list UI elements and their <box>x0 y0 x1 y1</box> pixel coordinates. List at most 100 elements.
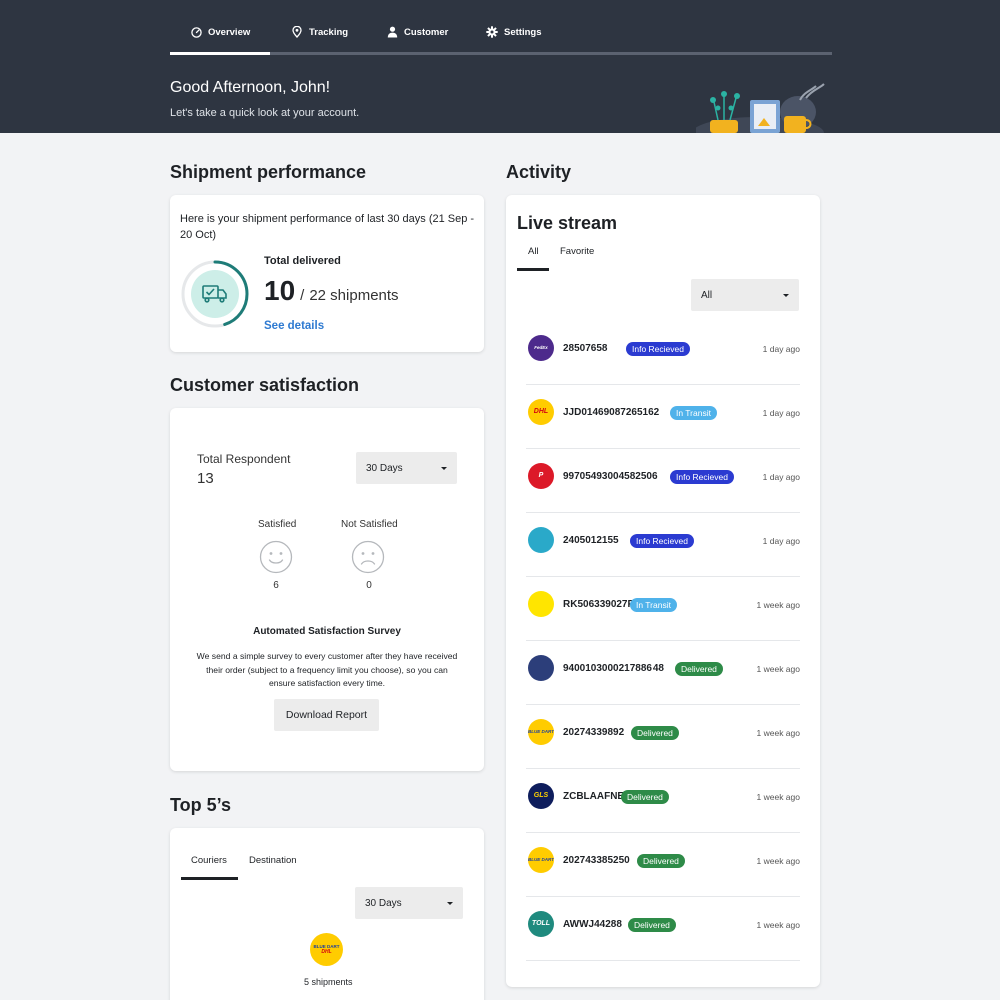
tracking-number[interactable]: 20274339892 <box>563 727 624 738</box>
tracking-number[interactable]: ZCBLAAFNE <box>563 791 624 802</box>
courier-logo-text: FedEx <box>534 345 548 350</box>
active-tab-indicator <box>181 877 238 880</box>
top-nav: Overview Tracking Customer Settings <box>170 0 832 56</box>
chevron-down-icon <box>447 901 453 905</box>
timestamp: 1 day ago <box>762 344 800 354</box>
courier-logo <box>528 527 554 553</box>
activity-section-title: Activity <box>506 162 572 182</box>
activity-row[interactable]: 9400103000217886 48 Delivered 1 week ago <box>526 641 800 705</box>
timestamp: 1 week ago <box>756 920 800 930</box>
satisfaction-card: Total Respondent 13 30 Days Satisfied No… <box>170 408 484 771</box>
activity-row[interactable]: BLUE DART 202743385250 Delivered 1 week ago <box>526 833 800 897</box>
activity-row[interactable]: GLS ZCBLAAFNE Delivered 1 week ago <box>526 769 800 833</box>
courier-logo: FedEx <box>528 335 554 361</box>
status-badge: Info Recieved <box>630 534 694 548</box>
top5-section-title: Top 5’s <box>170 795 232 815</box>
activity-row[interactable]: BLUE DART 20274339892 Delivered 1 week ago <box>526 705 800 769</box>
tab-tracking[interactable]: Tracking <box>291 24 348 40</box>
respondent-value: 13 <box>197 470 214 487</box>
status-badge: Delivered <box>637 854 685 868</box>
desk-illustration <box>696 83 825 133</box>
tab-destination[interactable]: Destination <box>249 855 297 866</box>
top5-period-select[interactable]: 30 Days <box>355 887 463 919</box>
live-stream-title: Live stream <box>517 213 618 233</box>
timestamp: 1 week ago <box>756 856 800 866</box>
courier-logo <box>528 591 554 617</box>
courier-logo: GLS <box>528 783 554 809</box>
top5-period-value: 30 Days <box>365 897 402 909</box>
activity-row[interactable]: FedEx 28507658 Info Recieved 1 day ago <box>526 321 800 385</box>
active-tab-indicator <box>517 268 549 271</box>
period-select-value: 30 Days <box>366 462 403 474</box>
courier-logo-text: GLS <box>533 792 549 799</box>
sad-face-icon <box>351 540 385 574</box>
activity-row[interactable]: 2405012155 Info Recieved 1 day ago <box>526 513 800 577</box>
not-satisfied-count: 0 <box>366 580 372 591</box>
status-badge: Delivered <box>631 726 679 740</box>
tab-couriers[interactable]: Couriers <box>191 855 227 866</box>
courier-logo <box>528 655 554 681</box>
tab-label: Tracking <box>309 26 349 38</box>
shipment-description: Here is your shipment performance of las… <box>180 213 475 241</box>
activity-row[interactable]: RK506339027FR In Transit 1 week ago <box>526 577 800 641</box>
tracking-number[interactable]: AWWJ44288 <box>563 919 622 930</box>
activity-row[interactable]: TOLL AWWJ44288 Delivered 1 week ago <box>526 897 800 961</box>
period-select[interactable]: 30 Days <box>356 452 457 484</box>
delivered-count: 10 <box>264 275 296 306</box>
courier-logo: TOLL <box>528 911 554 937</box>
activity-row[interactable]: DHL JJD01469087265162 In Transit 1 day ago <box>526 385 800 449</box>
courier-logo: BLUE DART <box>528 847 554 873</box>
live-stream-card: Live stream All Favorite All FedEx 285076… <box>506 195 820 987</box>
download-report-button[interactable]: Download Report <box>274 699 379 731</box>
tab-label: Overview <box>208 26 251 38</box>
timestamp: 1 week ago <box>756 728 800 738</box>
dashboard-icon <box>190 26 202 38</box>
satisfaction-section-title: Customer satisfaction <box>170 375 360 395</box>
status-badge: Info Recieved <box>670 470 734 484</box>
timestamp: 1 day ago <box>762 472 800 482</box>
survey-title: Automated Satisfaction Survey <box>253 626 401 637</box>
tracking-number[interactable]: 28507658 <box>563 343 608 354</box>
greeting-subtitle: Let's take a quick look at your account. <box>170 107 360 119</box>
tracking-number[interactable]: JJD01469087265162 <box>563 407 659 418</box>
tab-all[interactable]: All <box>528 246 539 257</box>
status-badge: In Transit <box>670 406 717 420</box>
courier-logo: P <box>528 463 554 489</box>
tab-label: Settings <box>504 26 542 38</box>
shipment-section-title: Shipment performance <box>170 162 367 182</box>
chevron-down-icon <box>441 466 447 470</box>
bluedart-logo: BLUE DART DHL <box>310 933 343 966</box>
delivered-separator: / <box>300 287 305 304</box>
activity-filter-select[interactable]: All <box>691 279 799 311</box>
courier-logo: DHL <box>528 399 554 425</box>
courier-logo-text: BLUE DART <box>528 729 554 734</box>
see-details-link[interactable]: See details <box>264 320 324 332</box>
timestamp: 1 day ago <box>762 408 800 418</box>
timestamp: 1 week ago <box>756 600 800 610</box>
tracking-number[interactable]: 2405012155 <box>563 535 619 546</box>
not-satisfied-label: Not Satisfied <box>341 519 398 530</box>
total-delivered-label: Total delivered <box>264 255 341 267</box>
user-icon <box>386 26 398 38</box>
tab-overview[interactable]: Overview <box>190 24 250 40</box>
courier-logo-text: TOLL <box>531 920 551 927</box>
tracking-number[interactable]: 99705493004582506 <box>563 471 658 482</box>
respondent-label: Total Respondent <box>197 452 291 466</box>
nav-active-indicator <box>170 52 270 55</box>
top5-card: Couriers Destination 30 Days BLUE DART D… <box>170 828 484 1000</box>
total-delivered-value: 10 / 22 shipments <box>264 275 399 307</box>
status-badge: Delivered <box>621 790 669 804</box>
timestamp: 1 week ago <box>756 664 800 674</box>
greeting: Good Afternoon, John! <box>170 79 331 96</box>
chevron-down-icon <box>783 293 789 297</box>
tracking-number[interactable]: 202743385250 <box>563 855 630 866</box>
timestamp: 1 day ago <box>762 536 800 546</box>
tracking-number[interactable]: 9400103000217886 48 <box>563 663 664 674</box>
survey-description: We send a simple survey to every custome… <box>196 651 458 688</box>
status-badge: In Transit <box>630 598 677 612</box>
tab-settings[interactable]: Settings <box>486 24 541 40</box>
tab-customer[interactable]: Customer <box>386 24 448 40</box>
tab-favorite[interactable]: Favorite <box>560 246 594 257</box>
courier-logo-text: BLUE DART <box>528 857 554 862</box>
activity-row[interactable]: P 99705493004582506 Info Recieved 1 day ago <box>526 449 800 513</box>
